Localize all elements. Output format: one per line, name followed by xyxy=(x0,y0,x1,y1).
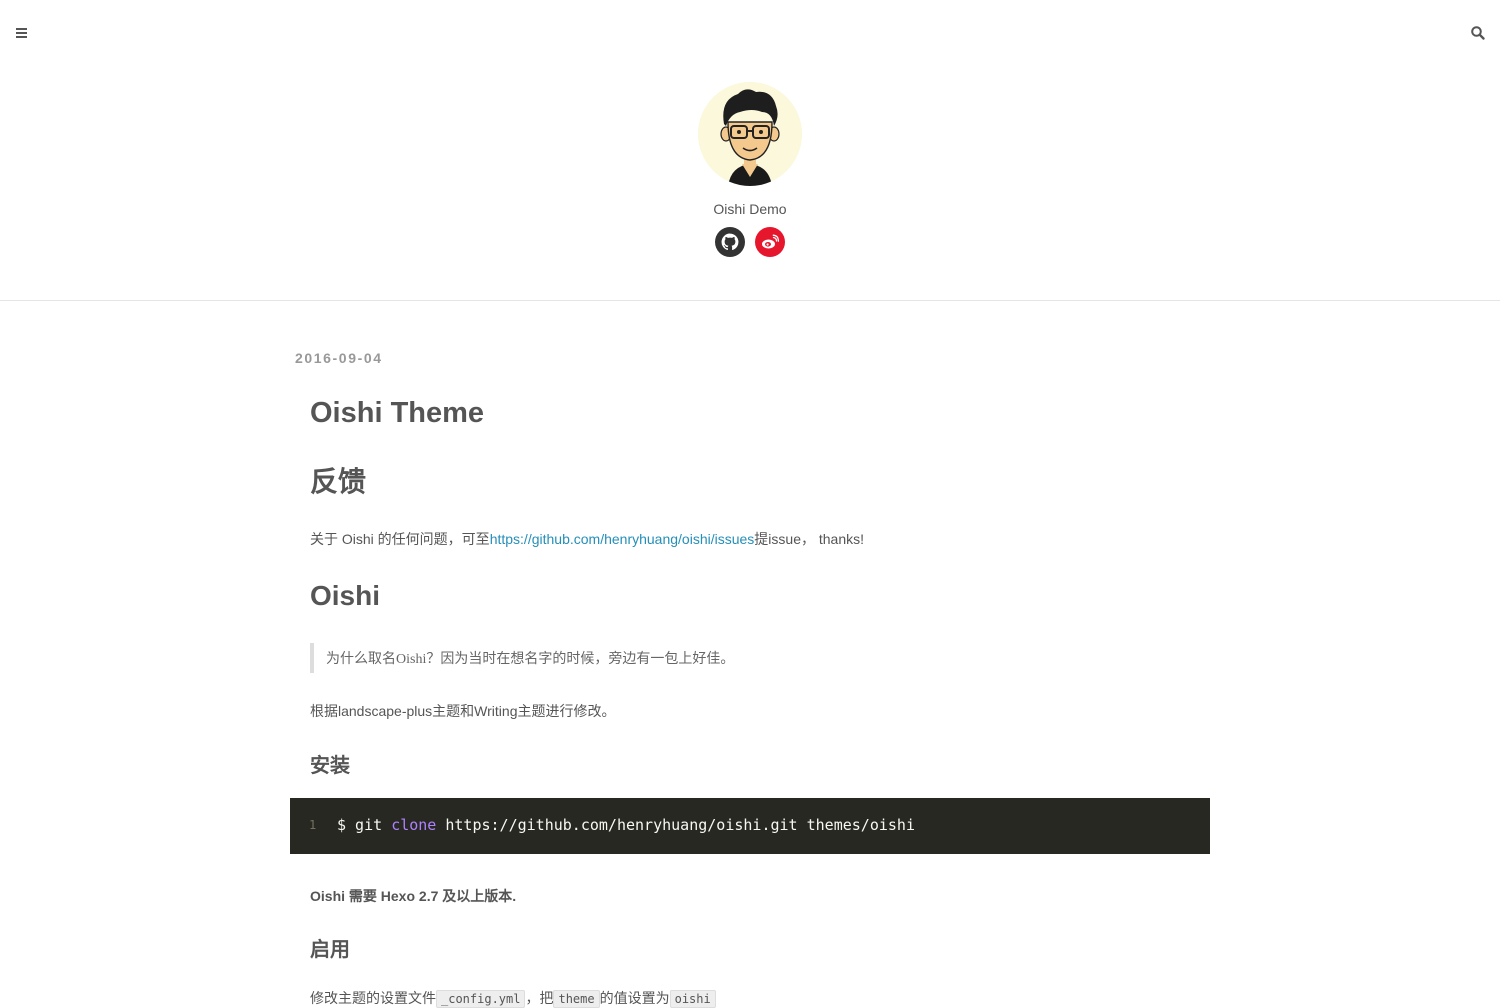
config-text-2: ，把 xyxy=(525,990,554,1006)
config-paragraph: 修改主题的设置文件 _config.yml ，把 theme 的值设置为 oishi xyxy=(310,988,716,1008)
based-on-paragraph: 根据landscape-plus主题和Writing主题进行修改。 xyxy=(310,703,616,719)
code-rest: https://github.com/henryhuang/oishi.git … xyxy=(436,816,915,834)
feedback-paragraph: 关于 Oishi 的任何问题，可至https://github.com/henr… xyxy=(310,529,864,549)
issues-link[interactable]: https://github.com/henryhuang/oishi/issu… xyxy=(490,531,755,547)
post-title[interactable]: Oishi Theme xyxy=(310,397,484,430)
heading-feedback: 反馈 xyxy=(310,466,367,497)
config-text-1: 修改主题的设置文件 xyxy=(310,990,436,1006)
site-name[interactable]: Oishi Demo xyxy=(0,200,1500,218)
heading-install: 安装 xyxy=(310,755,350,777)
config-text-3: 的值设置为 xyxy=(599,990,670,1006)
name-quote: 为什么取名Oishi？因为当时在想名字的时候，旁边有一包上好佳。 xyxy=(310,643,734,673)
header-divider xyxy=(0,300,1500,301)
code-prompt: $ git xyxy=(337,816,392,834)
feedback-prefix: 关于 Oishi 的任何问题，可至 xyxy=(310,531,490,547)
bars-icon[interactable] xyxy=(14,25,30,41)
code-keyword: clone xyxy=(391,816,437,834)
search-icon[interactable] xyxy=(1470,25,1486,41)
code-line: $ git clone https://github.com/henryhuan… xyxy=(337,816,915,834)
social-links xyxy=(0,227,1500,257)
theme-value-code: oishi xyxy=(669,990,716,1008)
heading-enable: 启用 xyxy=(310,939,350,961)
github-icon[interactable] xyxy=(715,227,745,257)
feedback-suffix: 提issue， thanks! xyxy=(754,531,865,547)
config-file-code: _config.yml xyxy=(436,990,526,1008)
avatar[interactable] xyxy=(698,82,802,186)
post-date[interactable]: 2016-09-04 xyxy=(295,350,383,366)
top-bar xyxy=(0,0,1500,66)
code-line-number: 1 xyxy=(309,818,317,832)
theme-key-code: theme xyxy=(553,990,600,1008)
weibo-icon[interactable] xyxy=(755,227,785,257)
requirement-paragraph: Oishi 需要 Hexo 2.7 及以上版本. xyxy=(310,888,517,904)
heading-oishi: Oishi xyxy=(310,580,381,611)
profile: Oishi Demo xyxy=(0,82,1500,257)
install-code-block[interactable]: 1 $ git clone https://github.com/henryhu… xyxy=(290,798,1210,854)
